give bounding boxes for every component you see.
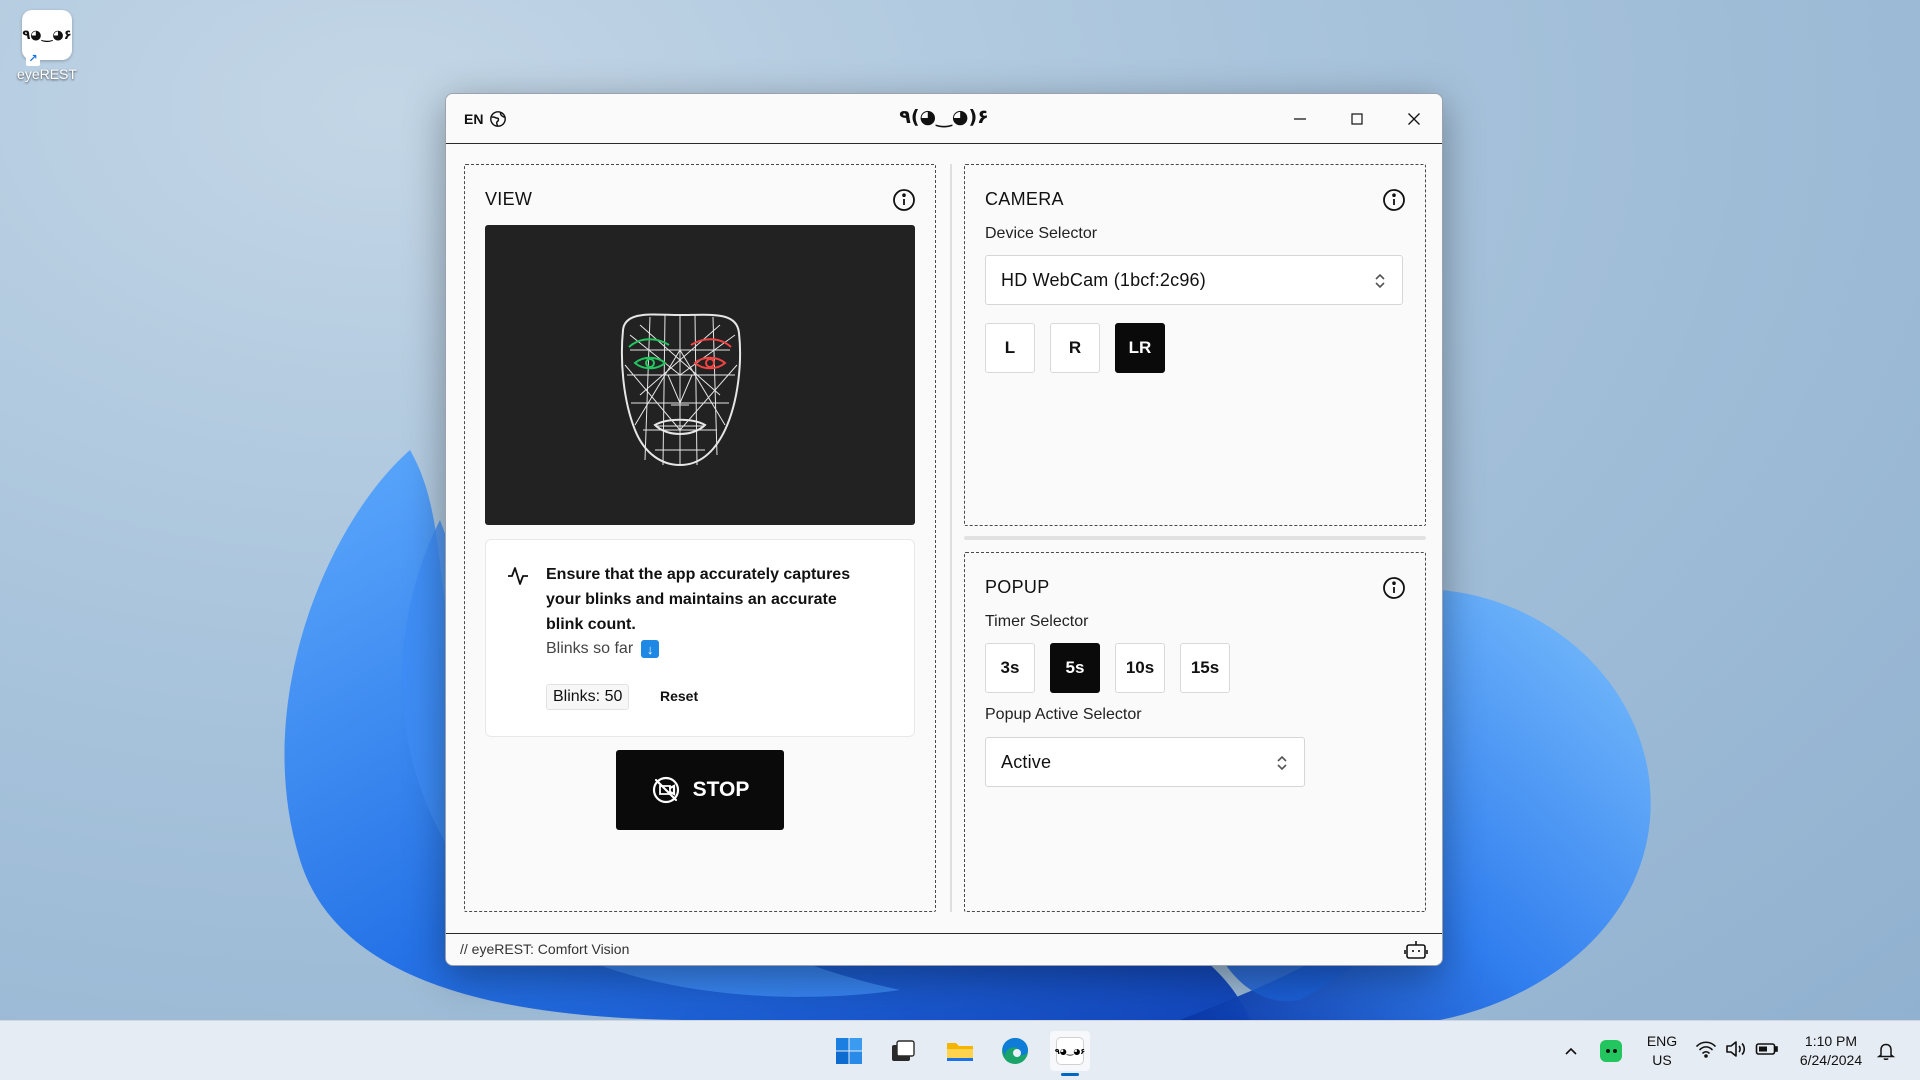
camera-panel-title: CAMERA [985,189,1064,209]
popup-active-selector-value: Active [1001,752,1052,772]
view-info-icon[interactable] [891,187,917,213]
popup-info-icon[interactable] [1381,575,1407,601]
timer-option-5s[interactable]: 5s [1050,643,1100,693]
input-region-code: US [1652,1052,1672,1068]
language-switcher[interactable]: EN [464,110,507,128]
eyerest-tray-icon[interactable] [1600,1040,1622,1062]
eyerest-window: EN ٩(◕‿◕)۶ VIEW Ensure that the app accu… [445,93,1443,966]
eye-option-r[interactable]: R [1050,323,1100,373]
tray-eye-dot [1612,1049,1617,1053]
popup-panel: POPUP Timer Selector 3s 5s 10s 15s Popup… [964,552,1426,912]
window-controls [1271,94,1442,144]
active-app-indicator [1061,1073,1079,1076]
chevron-up-icon[interactable] [1563,1043,1579,1059]
clock[interactable]: 1:10 PM 6/24/2024 [1790,1032,1872,1070]
status-bar: // eyeREST: Comfort Vision [446,933,1442,965]
title-bar[interactable]: EN ٩(◕‿◕)۶ [446,94,1442,144]
panel-divider-vertical[interactable] [950,164,952,912]
chevron-up-down-icon [1277,755,1287,771]
tray-eye-dot [1605,1049,1610,1053]
minimize-icon [1293,118,1306,120]
file-explorer-button[interactable] [940,1031,980,1071]
timer-selector-label: Timer Selector [985,613,1089,630]
popup-active-selector-label: Popup Active Selector [985,706,1142,723]
robot-icon[interactable] [1404,939,1428,961]
timer-option-10s[interactable]: 10s [1115,643,1165,693]
folder-icon [947,1043,973,1061]
close-icon [1407,113,1420,125]
eye-option-lr[interactable]: LR [1115,323,1165,373]
panel-divider-horizontal[interactable] [964,536,1426,540]
blink-hint-text: Ensure that the app accurately captures … [546,566,851,633]
chevron-up-down-icon [1375,273,1385,289]
activity-icon [508,567,528,585]
task-view-icon [892,1040,915,1061]
stop-button-label: STOP [692,778,750,801]
camera-off-icon [652,776,679,804]
blink-count: Blinks: 50 [546,684,630,710]
camera-info-icon[interactable] [1381,187,1407,213]
windows-logo-icon [836,1038,862,1064]
popup-panel-title: POPUP [985,577,1050,597]
eyerest-app-icon: ٩◕‿◕۶ ↗ [22,10,72,66]
down-arrow-icon: ↓ [641,640,660,658]
input-language-code: ENG [1646,1033,1678,1049]
close-button[interactable] [1385,94,1442,144]
input-language-indicator[interactable]: ENG US [1640,1032,1684,1070]
start-button[interactable] [829,1031,869,1071]
wifi-icon [1696,1041,1716,1058]
eyerest-taskbar-button[interactable]: ٩◕‿◕۶ [1050,1031,1090,1071]
device-selector[interactable]: HD WebCam (1bcf:2c96) [985,255,1403,305]
language-code: EN [464,111,484,127]
window-content: VIEW Ensure that the app accurately capt… [446,144,1442,934]
edge-browser-button[interactable] [995,1031,1035,1071]
blink-hint-card: Ensure that the app accurately captures … [485,539,915,737]
timer-option-3s[interactable]: 3s [985,643,1035,693]
face-mesh-overlay [620,313,742,467]
eye-option-l[interactable]: L [985,323,1035,373]
volume-icon [1726,1041,1746,1057]
camera-preview [485,225,915,525]
clock-time: 1:10 PM [1804,1033,1858,1049]
taskbar: ٩◕‿◕۶ ENG US 1:10 PM 6/24/2024 [0,1020,1920,1080]
globe-icon [490,111,507,127]
eyerest-taskbar-icon: ٩◕‿◕۶ [1055,1037,1085,1065]
device-selector-value: HD WebCam (1bcf:2c96) [1001,270,1206,290]
camera-panel: CAMERA Device Selector HD WebCam (1bcf:2… [964,164,1426,526]
reset-button[interactable]: Reset [660,688,698,704]
shortcut-arrow-icon: ↗ [26,52,40,66]
task-view-button[interactable] [883,1031,923,1071]
maximize-button[interactable] [1328,94,1385,144]
maximize-icon [1350,113,1363,125]
blinks-so-far-label: Blinks so far ↓ [546,640,660,658]
notification-bell-icon[interactable] [1876,1041,1896,1061]
battery-icon [1755,1043,1778,1055]
minimize-button[interactable] [1271,94,1328,144]
view-panel: VIEW Ensure that the app accurately capt… [464,164,936,912]
popup-active-selector[interactable]: Active [985,737,1305,787]
view-panel-title: VIEW [485,189,533,209]
desktop-shortcut-eyerest[interactable]: ٩◕‿◕۶ ↗ eyeREST [12,10,82,82]
device-selector-label: Device Selector [985,225,1098,242]
clock-date: 6/24/2024 [1799,1052,1863,1068]
status-text: // eyeREST: Comfort Vision [460,941,630,957]
timer-option-15s[interactable]: 15s [1180,643,1230,693]
stop-button[interactable]: STOP [616,750,784,830]
edge-browser-icon [1002,1038,1028,1064]
system-tray-status[interactable] [1695,1039,1779,1059]
desktop-icon-label: eyeREST [17,66,77,82]
